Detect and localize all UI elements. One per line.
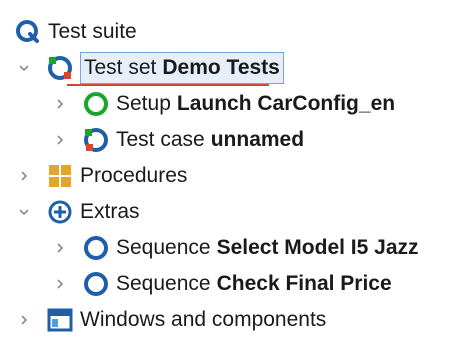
test-case-icon xyxy=(82,126,110,154)
node-type-label: Setup xyxy=(116,92,171,115)
tree-node-sequence[interactable]: Sequence Check Final Price xyxy=(52,266,392,302)
chevron-right-icon[interactable] xyxy=(52,132,68,148)
node-type-label: Test set xyxy=(84,56,157,79)
chevron-right-icon[interactable] xyxy=(16,312,32,328)
tree-node-test-set[interactable]: Test set Demo Tests xyxy=(16,50,284,86)
windows-components-icon xyxy=(46,306,74,334)
tree-node-windows-components[interactable]: Windows and components xyxy=(16,302,326,338)
node-name-label: Launch CarConfig_en xyxy=(176,92,396,115)
node-type-label: Test case xyxy=(116,128,205,151)
sequence-icon xyxy=(82,234,110,262)
tree-node-test-case[interactable]: Test case unnamed xyxy=(52,122,304,158)
chevron-right-icon[interactable] xyxy=(16,168,32,184)
tree-node-test-suite[interactable]: Test suite xyxy=(14,14,137,50)
qf-test-logo-icon xyxy=(14,18,42,46)
sequence-icon xyxy=(82,270,110,298)
tree-node-procedures[interactable]: Procedures xyxy=(16,158,187,194)
chevron-right-icon[interactable] xyxy=(52,276,68,292)
tree-node-label: Procedures xyxy=(80,164,188,187)
extras-icon xyxy=(46,198,74,226)
chevron-right-icon[interactable] xyxy=(52,240,68,256)
node-type-label: Sequence xyxy=(116,236,211,259)
node-name-label: unnamed xyxy=(210,128,305,151)
tree-node-sequence[interactable]: Sequence Select Model I5 Jazz xyxy=(52,230,419,266)
selected-node-label: Test set Demo Tests xyxy=(67,52,284,86)
procedures-icon xyxy=(46,162,74,190)
tree-node-extras[interactable]: Extras xyxy=(16,194,140,230)
setup-icon xyxy=(82,90,110,118)
node-name-label: Check Final Price xyxy=(216,272,392,295)
node-type-label: Sequence xyxy=(116,272,211,295)
node-name-label: Select Model I5 Jazz xyxy=(216,236,419,259)
chevron-right-icon[interactable] xyxy=(52,96,68,112)
tree-node-label: Windows and components xyxy=(80,308,327,331)
chevron-down-icon[interactable] xyxy=(16,204,32,220)
node-name-label: Demo Tests xyxy=(162,56,280,79)
chevron-down-icon[interactable] xyxy=(16,60,32,76)
tree-node-setup[interactable]: Setup Launch CarConfig_en xyxy=(52,86,395,122)
test-suite-tree: Test suite Test set Demo Tests Setup Lau… xyxy=(0,0,463,340)
tree-node-label: Test suite xyxy=(48,20,137,43)
test-set-icon xyxy=(46,54,74,82)
tree-node-label: Extras xyxy=(80,200,140,223)
